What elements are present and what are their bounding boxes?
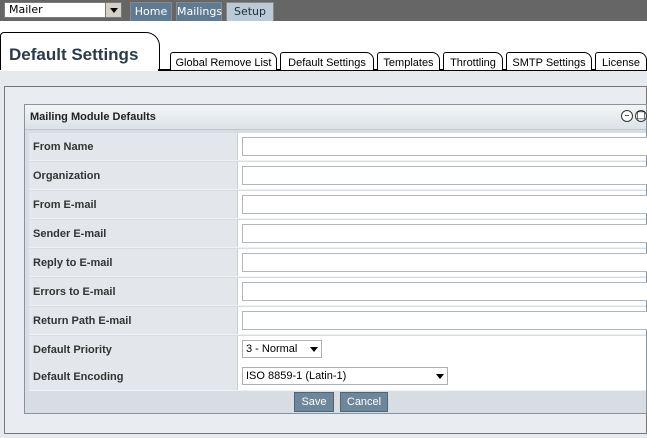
form-row-sender-email: Sender E-mail: [29, 220, 647, 248]
chevron-down-icon: [436, 374, 444, 379]
form-row-default-priority: Default Priority 3 - Normal: [29, 336, 646, 364]
tab-templates[interactable]: Templates: [377, 52, 440, 70]
panel-header: Mailing Module Defaults – □: [25, 105, 647, 130]
form-row-organization: Organization: [29, 162, 647, 190]
default-encoding-label: Default Encoding: [29, 363, 238, 390]
form-row-from-name: From Name: [29, 133, 647, 161]
organization-input[interactable]: [242, 166, 647, 185]
chevron-down-icon: [310, 347, 318, 352]
form-row-from-email: From E-mail: [29, 191, 647, 219]
nav-home[interactable]: Home: [130, 2, 172, 21]
reply-to-email-cell: [238, 249, 647, 276]
from-email-label: From E-mail: [29, 191, 238, 218]
default-priority-cell: 3 - Normal: [238, 336, 646, 363]
organization-label: Organization: [29, 162, 238, 189]
return-path-email-cell: [238, 307, 647, 334]
form-row-return-path-email: Return Path E-mail: [29, 307, 647, 335]
collapse-icon[interactable]: –: [621, 110, 633, 122]
return-path-email-input[interactable]: [242, 311, 647, 330]
panel-title: Mailing Module Defaults: [30, 111, 156, 123]
tab-smtp-settings[interactable]: SMTP Settings: [506, 52, 592, 70]
from-name-input[interactable]: [242, 137, 647, 156]
reply-to-email-input[interactable]: [242, 253, 647, 272]
nav-mailings[interactable]: Mailings: [176, 2, 222, 21]
tab-throttling[interactable]: Throttling: [443, 52, 503, 70]
sender-email-label: Sender E-mail: [29, 220, 238, 247]
tab-global-remove-list[interactable]: Global Remove List: [170, 52, 277, 70]
form-row-errors-to-email: Errors to E-mail: [29, 278, 647, 306]
cancel-button[interactable]: Cancel: [340, 392, 388, 412]
organization-cell: [238, 162, 647, 189]
default-encoding-cell: ISO 8859-1 (Latin-1): [238, 363, 646, 390]
module-select[interactable]: Mailer: [4, 2, 122, 18]
from-name-label: From Name: [29, 133, 238, 160]
tab-license[interactable]: License: [595, 52, 647, 70]
chevron-down-icon[interactable]: [105, 3, 121, 17]
module-select-value: Mailer: [9, 3, 43, 16]
form-row-default-encoding: Default Encoding ISO 8859-1 (Latin-1): [29, 363, 646, 391]
form-row-reply-to-email: Reply to E-mail: [29, 249, 647, 277]
default-encoding-value: ISO 8859-1 (Latin-1): [246, 370, 347, 382]
default-priority-select[interactable]: 3 - Normal: [242, 340, 322, 358]
top-bar: Mailer Home Mailings Setup: [0, 0, 647, 21]
page-title-tab: Default Settings: [0, 32, 160, 70]
errors-to-email-cell: [238, 278, 647, 305]
sender-email-cell: [238, 220, 647, 247]
from-name-cell: [238, 133, 647, 160]
return-path-email-label: Return Path E-mail: [29, 307, 238, 334]
errors-to-email-label: Errors to E-mail: [29, 278, 238, 305]
errors-to-email-input[interactable]: [242, 282, 647, 301]
sender-email-input[interactable]: [242, 224, 647, 243]
default-encoding-select[interactable]: ISO 8859-1 (Latin-1): [242, 367, 448, 385]
from-email-cell: [238, 191, 647, 218]
nav-setup[interactable]: Setup: [226, 2, 274, 21]
maximize-icon[interactable]: □: [635, 110, 647, 122]
defaults-panel: Mailing Module Defaults – □ From Name Or…: [24, 104, 647, 414]
tab-default-settings[interactable]: Default Settings: [280, 52, 374, 70]
save-button[interactable]: Save: [294, 392, 334, 412]
page-title: Default Settings: [9, 45, 139, 64]
from-email-input[interactable]: [242, 195, 647, 214]
default-priority-label: Default Priority: [29, 336, 238, 363]
default-priority-value: 3 - Normal: [246, 343, 298, 355]
reply-to-email-label: Reply to E-mail: [29, 249, 238, 276]
